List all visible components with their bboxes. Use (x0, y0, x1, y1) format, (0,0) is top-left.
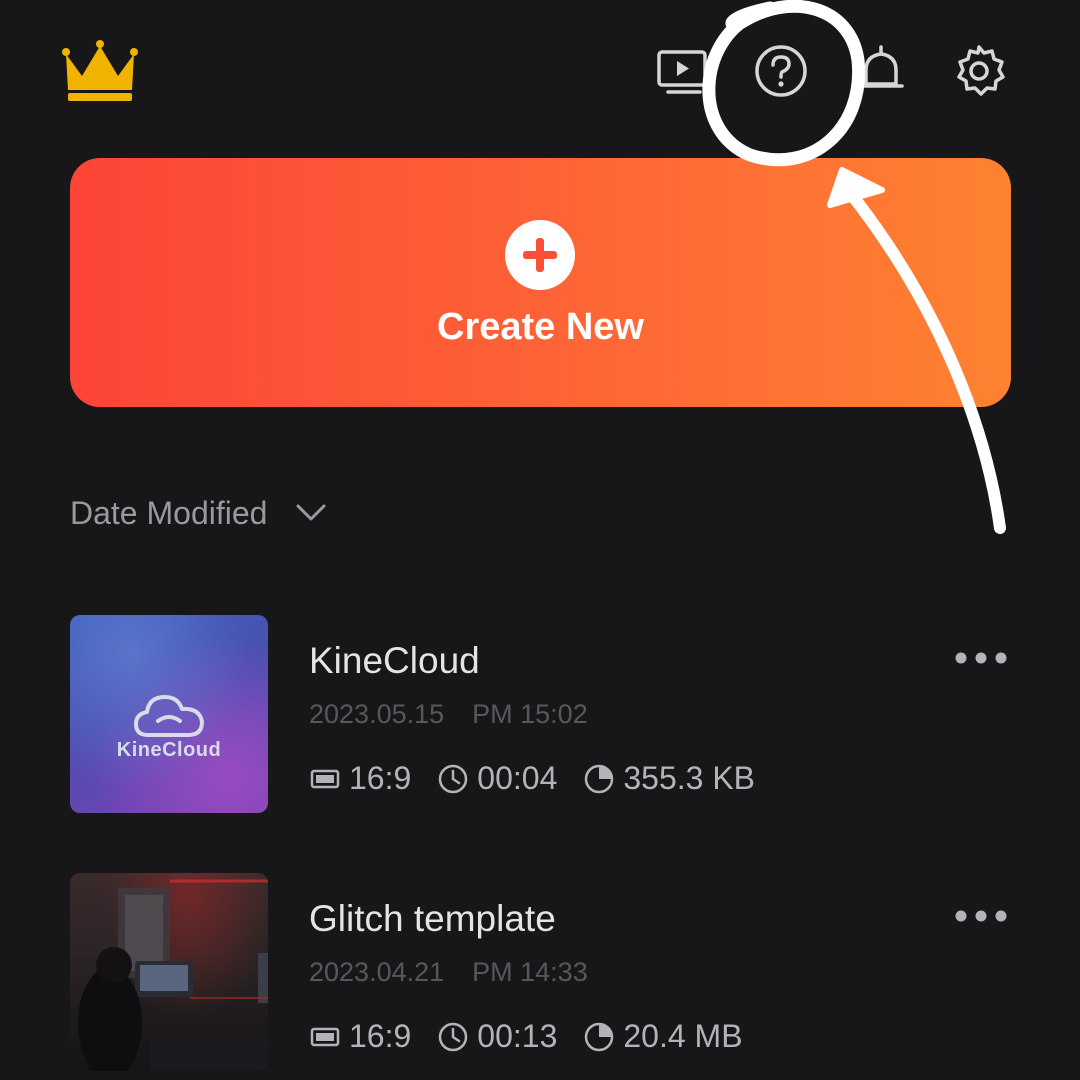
time: PM 14:33 (472, 957, 588, 987)
project-meta: 16:9 00:13 20.4 MB (309, 1018, 743, 1055)
sort-label: Date Modified (70, 494, 268, 531)
sort-dropdown[interactable]: Date Modified (70, 488, 327, 538)
thumbnail-label: KineCloud (116, 739, 222, 761)
time: PM 15:02 (472, 699, 588, 729)
aspect-ratio: 16:9 (349, 1018, 412, 1054)
create-new-button[interactable]: Create New (70, 158, 1011, 407)
file-size: 355.3 KB (623, 760, 756, 796)
plus-icon (505, 220, 575, 290)
more-options-icon[interactable] (952, 906, 1010, 926)
help-icon[interactable] (752, 42, 810, 100)
date: 2023.05.15 (309, 699, 445, 729)
aspect-ratio-icon (310, 769, 340, 788)
storage-icon (585, 1022, 614, 1051)
project-meta: 16:9 00:04 355.3 KB (309, 760, 755, 797)
cloud-icon (134, 695, 204, 737)
project-thumbnail[interactable] (70, 873, 268, 1071)
date: 2023.04.21 (309, 957, 445, 987)
duration: 00:04 (477, 760, 558, 796)
aspect-ratio: 16:9 (349, 760, 412, 796)
clock-icon (439, 1022, 468, 1051)
bell-icon[interactable] (852, 42, 910, 100)
project-thumbnail[interactable]: KineCloud (70, 615, 268, 813)
project-title[interactable]: Glitch template (309, 898, 556, 940)
file-size: 20.4 MB (623, 1018, 743, 1054)
crown-icon[interactable] (62, 38, 138, 102)
project-date: 2023.05.15 PM 15:02 (309, 699, 588, 730)
project-title[interactable]: KineCloud (309, 640, 480, 682)
player-icon[interactable] (654, 42, 712, 100)
gear-icon[interactable] (950, 42, 1008, 100)
thumbnail-image (78, 879, 268, 1071)
create-new-label: Create New (437, 306, 644, 348)
more-options-icon[interactable] (952, 648, 1010, 668)
storage-icon (585, 764, 614, 793)
clock-icon (439, 764, 468, 793)
project-date: 2023.04.21 PM 14:33 (309, 957, 588, 988)
aspect-ratio-icon (310, 1027, 340, 1046)
duration: 00:13 (477, 1018, 558, 1054)
chevron-down-icon (296, 504, 326, 521)
